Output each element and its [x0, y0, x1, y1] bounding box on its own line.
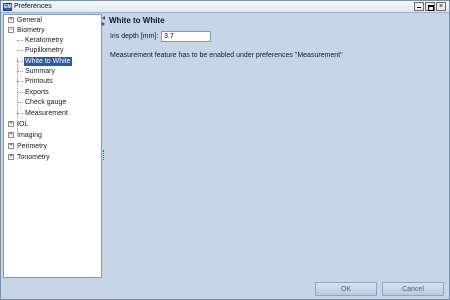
splitter-grip-icon[interactable] [103, 150, 104, 160]
tree-item-label: Measurement [25, 110, 68, 117]
tree-item-biometry[interactable]: − Biometry [4, 26, 101, 35]
measurement-notice: Measurement feature has to be enabled un… [110, 52, 343, 59]
expand-right-arrow-icon[interactable] [102, 22, 105, 26]
iris-depth-label: Iris depth [mm]: [110, 33, 159, 40]
tree-item-summary[interactable]: Summary [4, 67, 101, 76]
iris-depth-input[interactable] [161, 31, 211, 42]
minimize-button[interactable] [414, 2, 424, 11]
tree-item-label: General [17, 17, 42, 24]
tree-item-label: Tonometry [17, 154, 50, 161]
tree-item-check-gauge[interactable]: Check gauge [4, 98, 101, 107]
page-title: White to White [109, 16, 165, 25]
app-icon: EM [3, 3, 12, 11]
expand-icon[interactable]: + [8, 132, 14, 138]
collapse-icon[interactable]: − [8, 27, 14, 33]
window-controls: × [414, 2, 446, 11]
tree-item-general[interactable]: + General [4, 16, 101, 25]
tree-item-label: Summary [25, 68, 55, 75]
tree-item-label: Check gauge [25, 99, 67, 106]
tree-item-label: Exports [25, 89, 49, 96]
tree-item-label: Keratometry [25, 37, 64, 44]
tree-item-tonometry[interactable]: + Tonometry [4, 153, 101, 162]
close-button[interactable]: × [436, 2, 446, 11]
expand-icon[interactable]: + [8, 154, 14, 160]
window-title: Preferences [14, 3, 52, 10]
tree-item-label: Imaging [17, 132, 42, 139]
tree-item-iol[interactable]: + IOL [4, 120, 101, 129]
tree-item-label: Pupillometry [25, 47, 64, 54]
ok-button[interactable]: OK [315, 282, 377, 296]
preferences-tree[interactable]: + General − Biometry Keratometry Pupillo… [3, 14, 102, 278]
title-bar[interactable]: EM Preferences × [1, 1, 449, 13]
expand-icon[interactable]: + [8, 17, 14, 23]
expand-icon[interactable]: + [8, 143, 14, 149]
cancel-button[interactable]: Cancel [382, 282, 444, 296]
expand-icon[interactable]: + [8, 121, 14, 127]
tree-item-label: Biometry [17, 27, 45, 34]
tree-item-label: Perimetry [17, 143, 47, 150]
tree-item-label: Printouts [25, 78, 53, 85]
preferences-window: EM Preferences × + General − Biometry Ke… [0, 0, 450, 300]
tree-item-keratometry[interactable]: Keratometry [4, 36, 101, 45]
tree-item-measurement[interactable]: Measurement [4, 109, 101, 118]
tree-item-pupillometry[interactable]: Pupillometry [4, 46, 101, 55]
tree-item-label: IOL [17, 121, 29, 128]
tree-item-exports[interactable]: Exports [4, 88, 101, 97]
tree-item-white-to-white[interactable]: White to White [4, 57, 101, 66]
maximize-button[interactable] [425, 2, 435, 11]
tree-item-imaging[interactable]: + Imaging [4, 131, 101, 140]
tree-item-perimetry[interactable]: + Perimetry [4, 142, 101, 151]
splitter[interactable] [102, 14, 106, 278]
tree-item-printouts[interactable]: Printouts [4, 77, 101, 86]
collapse-left-arrow-icon[interactable] [102, 16, 105, 20]
tree-item-label: White to White [24, 57, 72, 66]
